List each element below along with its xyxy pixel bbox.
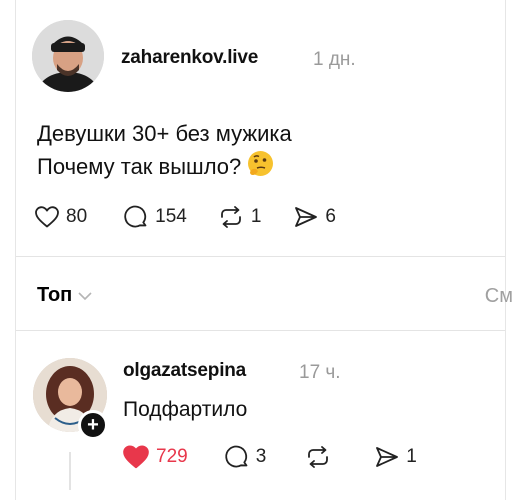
comment-timestamp: 17 ч. <box>299 362 341 383</box>
heart-filled-icon <box>122 444 150 470</box>
repost-icon <box>217 205 245 229</box>
comment-reply-count: 3 <box>255 446 267 467</box>
post-text-line: Девушки 30+ без мужика <box>37 121 292 146</box>
divider <box>16 330 505 331</box>
follow-button[interactable]: + <box>78 410 108 440</box>
comment-like-count: 729 <box>156 446 188 467</box>
divider <box>16 256 505 257</box>
repost-button[interactable]: 1 <box>217 205 262 229</box>
comment-actions: 729 3 1 <box>122 444 417 470</box>
post-text-question: Почему так вышло? <box>37 154 242 179</box>
like-button[interactable]: 80 <box>34 205 87 229</box>
comment-count: 154 <box>155 206 187 227</box>
comment-share-button[interactable]: 1 <box>374 445 417 469</box>
share-count: 6 <box>325 206 336 227</box>
commenter-username[interactable]: olgazatsepina <box>123 360 246 382</box>
comment-button[interactable]: 154 <box>123 204 187 230</box>
post-text-line-2: Почему так вышло? <box>37 150 292 186</box>
comment-repost-button[interactable] <box>304 445 332 469</box>
see-activity-link[interactable]: См <box>485 285 513 308</box>
comment-bubble-icon <box>123 204 149 230</box>
repost-count: 1 <box>250 206 262 227</box>
chevron-down-icon <box>78 284 92 307</box>
share-button[interactable]: 6 <box>293 205 336 229</box>
post-actions: 80 154 1 6 <box>34 204 336 230</box>
thread-line <box>69 452 71 490</box>
send-icon <box>293 205 319 229</box>
sort-dropdown[interactable]: Топ <box>37 284 92 307</box>
post-timestamp: 1 дн. <box>313 49 356 70</box>
author-username[interactable]: zaharenkov.live <box>121 47 258 69</box>
thinking-face-icon <box>247 150 274 186</box>
comment-reply-button[interactable]: 3 <box>224 444 267 470</box>
repost-icon <box>304 445 332 469</box>
comment-bubble-icon <box>224 444 250 470</box>
comment-like-button[interactable]: 729 <box>122 444 188 470</box>
author-avatar[interactable] <box>32 20 104 92</box>
like-count: 80 <box>66 206 88 227</box>
heart-icon <box>34 205 60 229</box>
comment-text: Подфартило <box>123 398 248 421</box>
post-body: Девушки 30+ без мужика Почему так вышло? <box>37 117 292 186</box>
comment-share-count: 1 <box>406 446 417 467</box>
thread-card: zaharenkov.live 1 дн. Девушки 30+ без му… <box>15 0 513 500</box>
send-icon <box>374 445 400 469</box>
sort-label: Топ <box>37 284 73 306</box>
